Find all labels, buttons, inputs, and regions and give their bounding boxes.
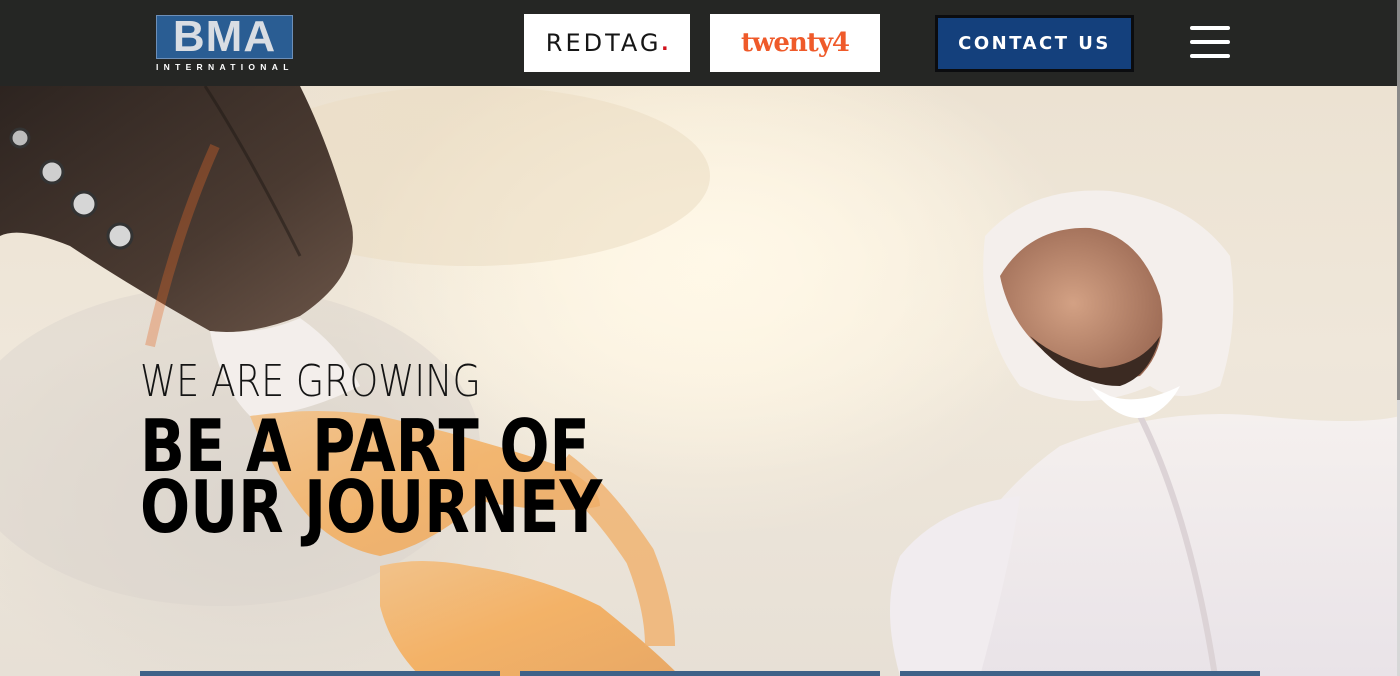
feature-card-2[interactable] bbox=[520, 671, 880, 676]
hero-text-block: WE ARE GROWING BE A PART OF OUR JOURNEY bbox=[140, 356, 704, 549]
feature-card-3[interactable] bbox=[900, 671, 1260, 676]
hero-section: WE ARE GROWING BE A PART OF OUR JOURNEY bbox=[0, 86, 1400, 676]
twenty4-brand-link[interactable]: twenty4 bbox=[710, 14, 880, 72]
redtag-brand-link[interactable]: REDTAG. bbox=[524, 14, 690, 72]
bma-international-logo[interactable]: BMA INTERNATIONAL bbox=[156, 12, 294, 73]
page: BMA INTERNATIONAL REDTAG. twenty4 CONTAC… bbox=[0, 0, 1400, 676]
site-header: BMA INTERNATIONAL REDTAG. twenty4 CONTAC… bbox=[0, 0, 1400, 86]
hamburger-menu-icon[interactable] bbox=[1188, 24, 1232, 62]
redtag-logo-dot: . bbox=[661, 29, 669, 56]
bma-logo-letters: BMA bbox=[172, 12, 277, 61]
feature-card-1[interactable] bbox=[140, 671, 500, 676]
menu-bar-middle bbox=[1190, 40, 1230, 44]
contact-us-button[interactable]: CONTACT US bbox=[935, 15, 1134, 72]
bma-logo-subtitle: INTERNATIONAL bbox=[156, 62, 294, 72]
hero-title: BE A PART OF OUR JOURNEY bbox=[140, 410, 603, 549]
menu-bar-bottom bbox=[1190, 54, 1230, 58]
menu-bar-top bbox=[1190, 26, 1230, 30]
twenty4-logo-text: twenty4 bbox=[740, 28, 850, 58]
hero-title-line-2: OUR JOURNEY bbox=[140, 465, 603, 549]
hero-kicker: WE ARE GROWING bbox=[140, 356, 481, 407]
redtag-logo-text: REDTAG bbox=[545, 29, 662, 57]
